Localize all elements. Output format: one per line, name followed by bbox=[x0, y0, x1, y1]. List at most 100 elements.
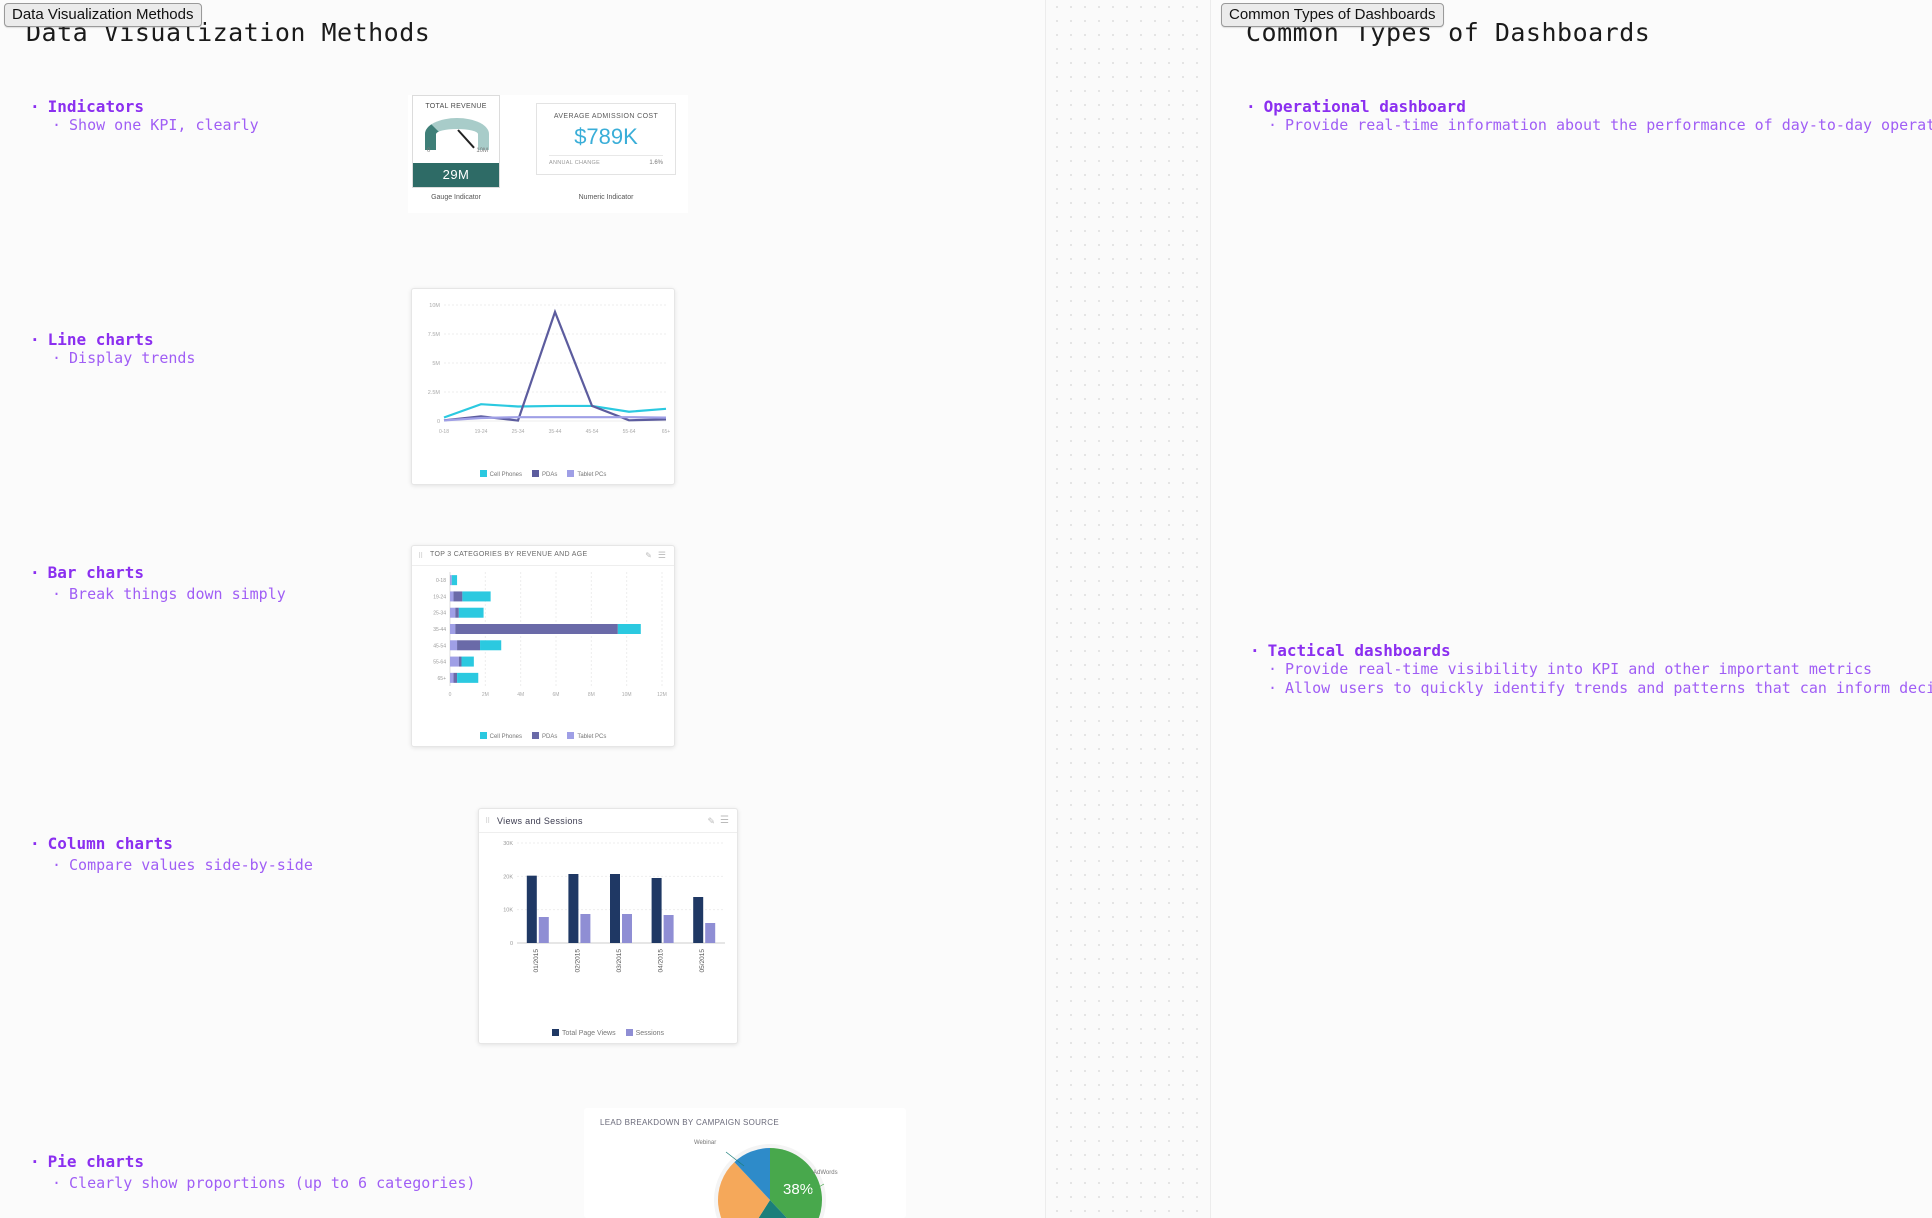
bullet-indicators-sub: · Show one KPI, clearly bbox=[52, 116, 259, 134]
svg-text:25-34: 25-34 bbox=[433, 611, 446, 617]
svg-text:45-54: 45-54 bbox=[586, 429, 599, 435]
svg-text:30K: 30K bbox=[503, 841, 513, 847]
divider bbox=[549, 155, 663, 156]
bullet-dot: · bbox=[52, 1174, 62, 1192]
drag-handle-icon[interactable]: ⠿ bbox=[418, 552, 423, 560]
bullet-dot: · bbox=[1246, 97, 1256, 116]
svg-text:25-34: 25-34 bbox=[512, 429, 525, 435]
svg-text:35-44: 35-44 bbox=[549, 429, 562, 435]
svg-text:6M: 6M bbox=[553, 692, 560, 698]
numeric-value: $789K bbox=[574, 124, 638, 149]
pie-callout-webinar: Webinar bbox=[694, 1140, 717, 1146]
bullet-tactical-dashboards: · Tactical dashboards bbox=[1250, 641, 1451, 660]
svg-text:0-18: 0-18 bbox=[439, 429, 449, 435]
drag-handle-icon[interactable]: ⠿ bbox=[485, 817, 490, 825]
svg-text:45-54: 45-54 bbox=[433, 643, 446, 649]
numeric-title: AVERAGE ADMISSION COST bbox=[553, 113, 659, 120]
presentation-canvas: Data Visualization Methods · Indicators ·… bbox=[0, 0, 1932, 1218]
bullet-dot: · bbox=[30, 97, 40, 116]
element-tag-right[interactable]: Common Types of Dashboards bbox=[1221, 3, 1444, 27]
pie-chart-svg: 38%21% bbox=[714, 1144, 826, 1218]
figure-line-chart: 0 2.5M 5M 7.5M 10M 0-18 19-24 25-34 35-44 45-54 55… bbox=[411, 288, 675, 485]
svg-text:4M: 4M bbox=[517, 692, 524, 698]
svg-text:35-44: 35-44 bbox=[433, 627, 446, 633]
column-chart-svg: 0 10K 20K 30K 01/2015 02/2015 03/2015 04/2015 05… bbox=[503, 841, 725, 973]
gauge-value: 29M bbox=[413, 163, 499, 187]
line-chart-svg: 0 2.5M 5M 7.5M 10M 0-18 19-24 25-34 35-44 45-54 55… bbox=[428, 303, 671, 435]
bar-chart-header: ⠿ TOP 3 CATEGORIES BY REVENUE AND AGE ✎ … bbox=[412, 546, 674, 566]
svg-text:10K: 10K bbox=[503, 908, 513, 914]
element-tag-left[interactable]: Data Visualization Methods bbox=[4, 3, 202, 27]
svg-text:65+: 65+ bbox=[438, 676, 447, 682]
slide-common-types-of-dashboards[interactable]: Common Types of Dashboards · Operational … bbox=[1210, 0, 1932, 1218]
column-chart-legend: Total Page Views Sessions bbox=[479, 1029, 737, 1037]
legend-item: PDAs bbox=[532, 732, 557, 740]
bullet-tactical-dashboards-sub-2: · Allow users to quickly identify trends … bbox=[1268, 679, 1932, 697]
numeric-sub-value: 1.6% bbox=[649, 160, 663, 166]
legend-item: Cell Phones bbox=[479, 470, 522, 478]
bullet-column-charts-sub: · Compare values side-by-side bbox=[52, 856, 313, 874]
svg-text:12M: 12M bbox=[657, 692, 667, 698]
bullet-indicators: · Indicators bbox=[30, 97, 144, 116]
bullet-column-charts: · Column charts bbox=[30, 834, 173, 853]
svg-text:0: 0 bbox=[449, 692, 452, 698]
numeric-sub-label: ANNUAL CHANGE bbox=[549, 160, 601, 166]
svg-text:01/2015: 01/2015 bbox=[533, 949, 540, 973]
slide-data-visualization-methods[interactable]: Data Visualization Methods · Indicators ·… bbox=[0, 0, 1046, 1218]
column-chart-title: Views and Sessions bbox=[497, 816, 583, 826]
svg-text:7.5M: 7.5M bbox=[428, 332, 441, 338]
gauge-indicator-card: TOTAL REVENUE 0 10M 29M bbox=[412, 95, 500, 188]
svg-text:2M: 2M bbox=[482, 692, 489, 698]
gauge-title: TOTAL REVENUE bbox=[425, 103, 487, 110]
menu-icon[interactable]: ☰ bbox=[720, 815, 729, 826]
svg-text:55-64: 55-64 bbox=[433, 660, 446, 666]
numeric-indicator-card: AVERAGE ADMISSION COST $789K ANNUAL CHAN… bbox=[536, 103, 676, 175]
bar-chart-svg: 0 2M 4M 6M 8M 10M 12M 0-18 19-24 25-34 35-44 45-54 5… bbox=[433, 572, 667, 698]
legend-item: Total Page Views bbox=[552, 1029, 616, 1037]
line-chart-legend: Cell Phones PDAs Tablet PCs bbox=[412, 470, 674, 478]
legend-item: Cell Phones bbox=[479, 732, 522, 740]
svg-text:05/2015: 05/2015 bbox=[699, 949, 706, 973]
bullet-dot: · bbox=[30, 330, 40, 349]
bullet-dot: · bbox=[1250, 641, 1260, 660]
svg-text:0: 0 bbox=[510, 941, 513, 947]
bullet-bar-charts: · Bar charts bbox=[30, 563, 144, 582]
bullet-dot: · bbox=[1268, 679, 1278, 697]
bullet-dot: · bbox=[52, 116, 62, 134]
svg-text:55-64: 55-64 bbox=[623, 429, 636, 435]
svg-text:20K: 20K bbox=[503, 874, 513, 880]
svg-text:19-24: 19-24 bbox=[475, 429, 488, 435]
bullet-tactical-dashboards-sub-1: · Provide real-time visibility into KPI a… bbox=[1268, 660, 1873, 678]
column-chart-header: ⠿ Views and Sessions ✎ ☰ bbox=[479, 809, 737, 833]
gauge-caption: Gauge Indicator bbox=[431, 194, 481, 201]
svg-text:03/2015: 03/2015 bbox=[616, 949, 623, 973]
svg-text:2.5M: 2.5M bbox=[428, 390, 441, 396]
bullet-dot: · bbox=[30, 1152, 40, 1171]
svg-text:38%: 38% bbox=[783, 1181, 813, 1198]
figure-bar-chart: ⠿ TOP 3 CATEGORIES BY REVENUE AND AGE ✎ … bbox=[411, 545, 675, 747]
bullet-operational-dashboard-sub: · Provide real-time information about the… bbox=[1268, 116, 1932, 134]
bullet-dot: · bbox=[52, 349, 62, 367]
bullet-operational-dashboard: · Operational dashboard bbox=[1246, 97, 1466, 116]
figure-indicators: TOTAL REVENUE 0 10M 29M Gauge Indicator … bbox=[408, 95, 688, 213]
svg-text:02/2015: 02/2015 bbox=[574, 949, 581, 973]
bar-chart-title: TOP 3 CATEGORIES BY REVENUE AND AGE bbox=[430, 551, 588, 558]
gauge-arc-fill bbox=[425, 118, 489, 150]
menu-icon[interactable]: ☰ bbox=[658, 550, 666, 561]
gauge-max-label: 10M bbox=[476, 148, 488, 154]
legend-item: PDAs bbox=[532, 470, 557, 478]
edit-pencil-icon[interactable]: ✎ bbox=[707, 816, 715, 827]
svg-text:65+: 65+ bbox=[662, 429, 671, 435]
legend-item: Tablet PCs bbox=[567, 732, 606, 740]
bullet-pie-charts-sub: · Clearly show proportions (up to 6 categ… bbox=[52, 1174, 476, 1192]
svg-text:04/2015: 04/2015 bbox=[658, 949, 665, 973]
bullet-pie-charts: · Pie charts bbox=[30, 1152, 144, 1171]
bullet-line-charts-sub: · Display trends bbox=[52, 349, 196, 367]
svg-text:0-18: 0-18 bbox=[436, 578, 446, 584]
bullet-dot: · bbox=[1268, 116, 1278, 134]
edit-pencil-icon[interactable]: ✎ bbox=[645, 551, 652, 560]
bullet-bar-charts-sub: · Break things down simply bbox=[52, 585, 286, 603]
svg-text:10M: 10M bbox=[429, 303, 440, 309]
gauge-min-label: 0 bbox=[427, 148, 431, 154]
bullet-dot: · bbox=[52, 856, 62, 874]
